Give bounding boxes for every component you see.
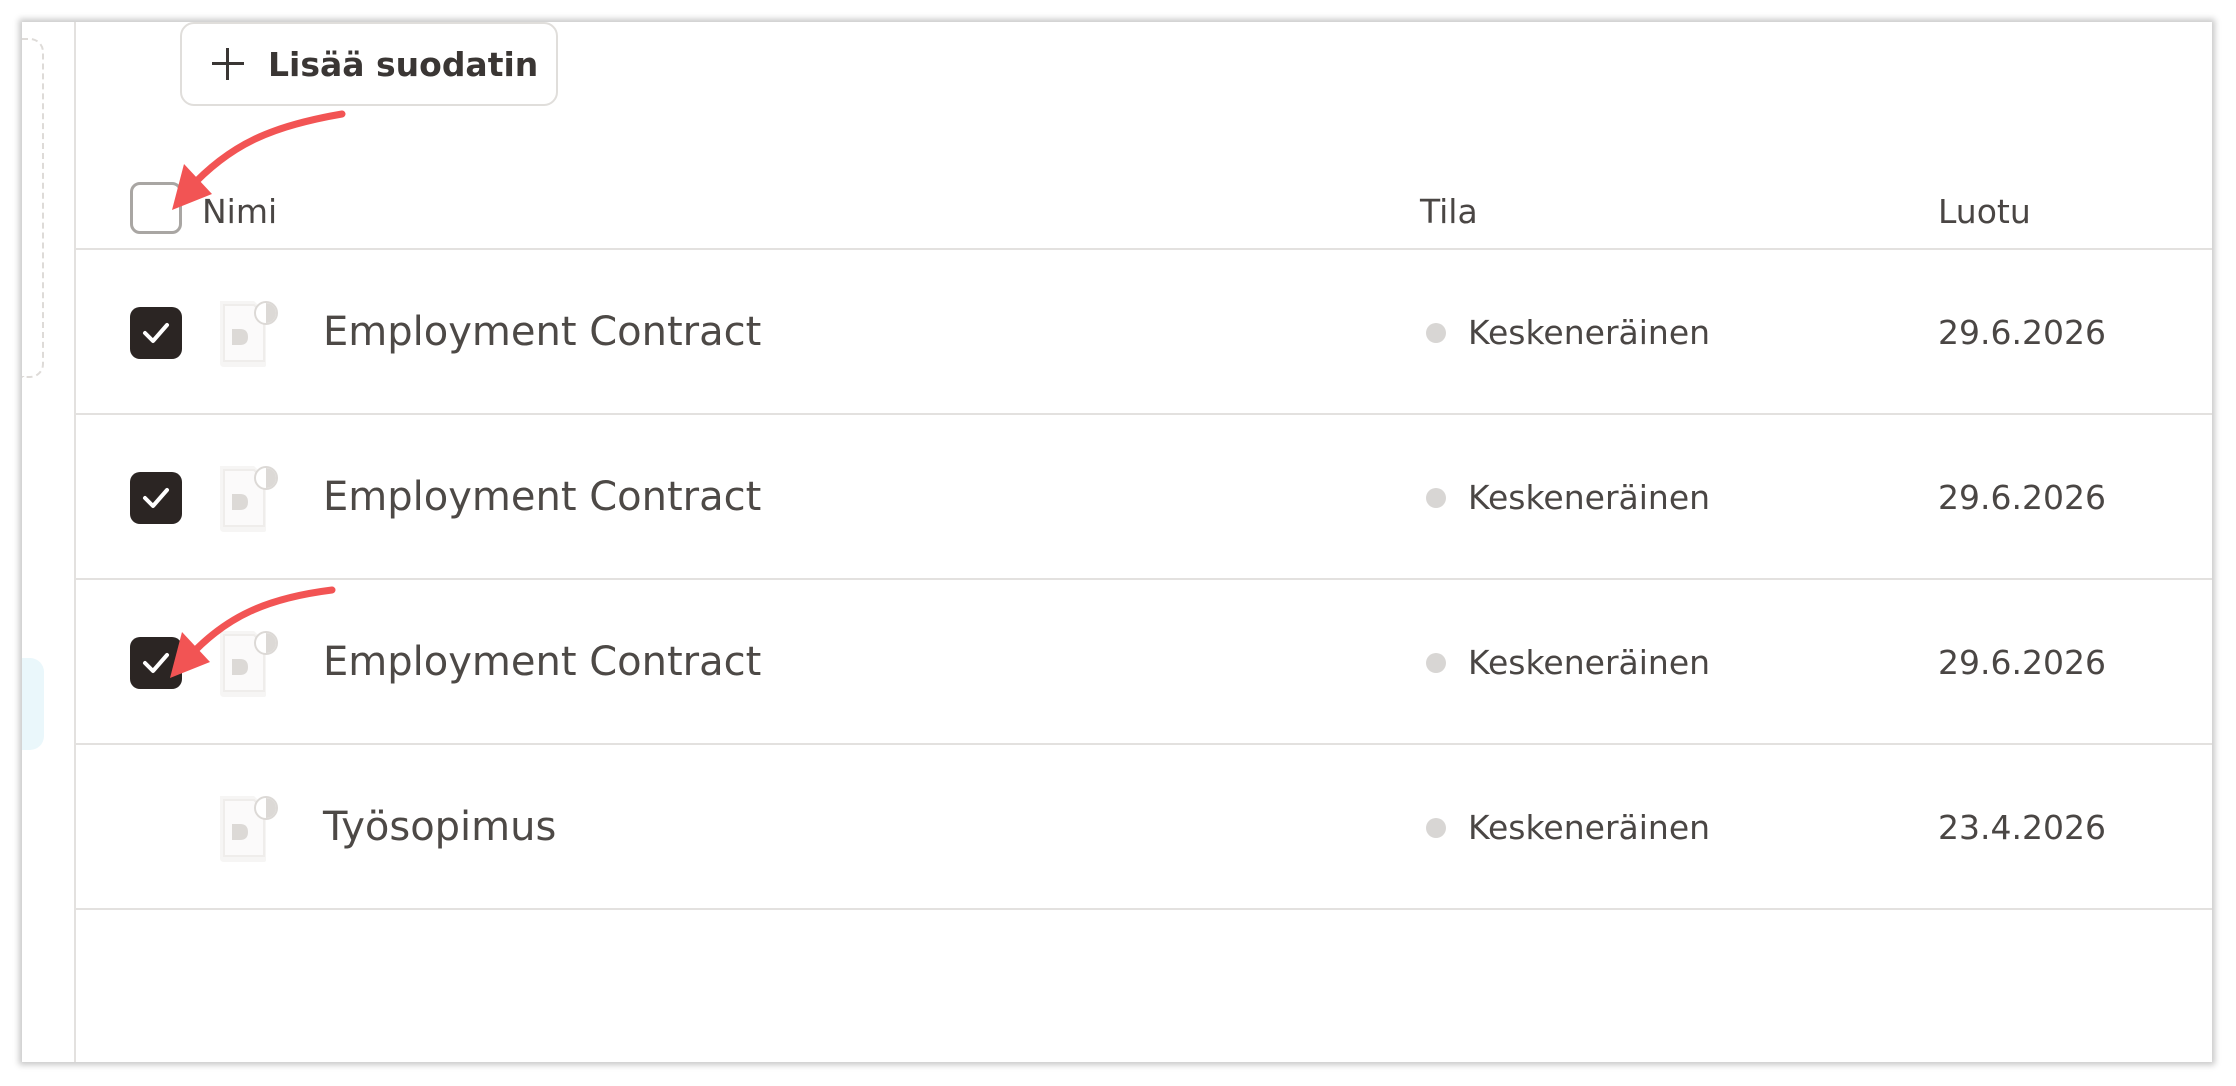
table-row[interactable]: Employment Contract Keskeneräinen 29.6.202…	[76, 250, 2212, 415]
app-frame: Lisää suodatin Nimi Tila Luotu Employmen…	[22, 22, 2212, 1062]
select-all-checkbox[interactable]	[130, 182, 182, 234]
created-date: 29.6.2026	[1938, 477, 2106, 517]
column-header-created[interactable]: Luotu	[1938, 192, 2031, 231]
column-header-status[interactable]: Tila	[1420, 192, 1478, 231]
table-header: Nimi Tila Luotu	[76, 162, 2212, 250]
row-checkbox[interactable]	[130, 471, 182, 524]
document-name[interactable]: Employment Contract	[323, 639, 761, 685]
status-dot	[1426, 652, 1446, 673]
status-dot	[1426, 817, 1446, 838]
sidebar-panel-edge	[22, 38, 44, 378]
table-row[interactable]: Employment Contract Keskeneräinen 29.6.202…	[76, 415, 2212, 580]
created-date: 29.6.2026	[1938, 642, 2106, 682]
created-date: 29.6.2026	[1938, 312, 2106, 352]
status-label: Keskeneräinen	[1468, 312, 1711, 352]
table-row[interactable]: Työsopimus Keskeneräinen 23.4.2026	[76, 745, 2212, 910]
row-checkbox[interactable]	[130, 636, 182, 689]
document-name[interactable]: Employment Contract	[323, 309, 761, 355]
plus-icon	[212, 48, 244, 80]
sidebar-active-item-edge[interactable]	[22, 658, 44, 750]
document-icon	[210, 790, 280, 866]
status-label: Keskeneräinen	[1468, 807, 1711, 847]
status-label: Keskeneräinen	[1468, 477, 1711, 517]
created-date: 23.4.2026	[1938, 807, 2106, 847]
add-filter-button[interactable]: Lisää suodatin	[180, 22, 558, 106]
column-header-name[interactable]: Nimi	[202, 192, 277, 231]
row-checkbox[interactable]	[130, 306, 182, 359]
documents-table: Nimi Tila Luotu Employment Contract Keske…	[76, 162, 2212, 910]
add-filter-label: Lisää suodatin	[268, 44, 539, 84]
document-icon	[210, 460, 280, 536]
status-dot	[1426, 322, 1446, 343]
document-name[interactable]: Employment Contract	[323, 474, 761, 520]
status-label: Keskeneräinen	[1468, 642, 1711, 682]
left-sidebar-edge	[22, 22, 76, 1062]
document-name[interactable]: Työsopimus	[323, 804, 556, 850]
document-icon	[210, 625, 280, 701]
table-row[interactable]: Employment Contract Keskeneräinen 29.6.202…	[76, 580, 2212, 745]
status-dot	[1426, 487, 1446, 508]
document-icon	[210, 295, 280, 371]
